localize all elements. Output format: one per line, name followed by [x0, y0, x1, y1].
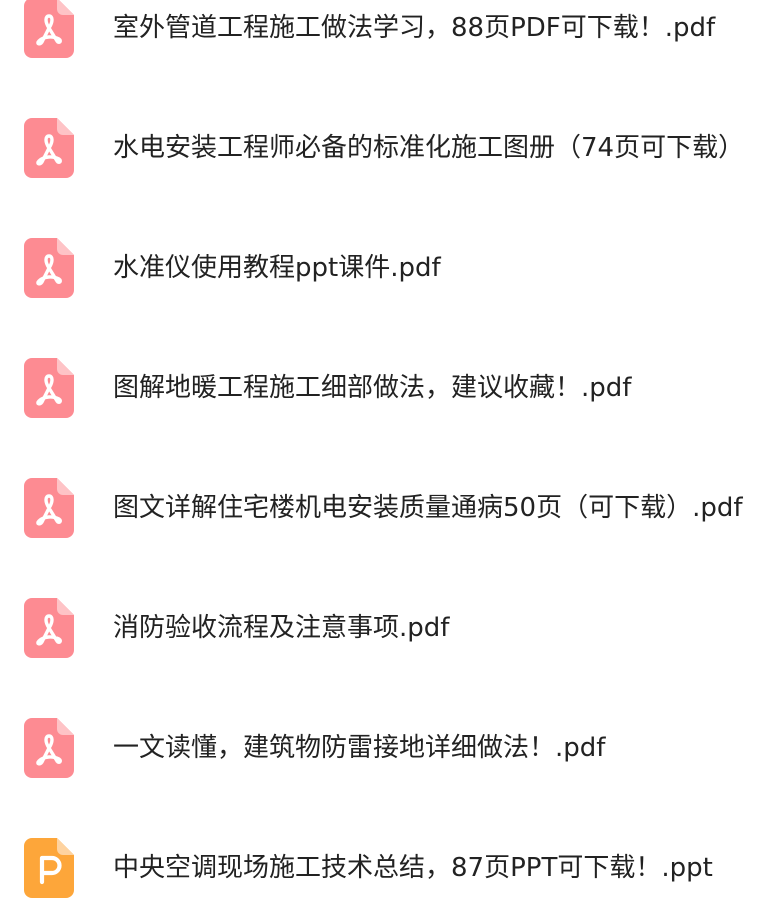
pdf-icon: [24, 718, 74, 778]
file-item-4[interactable]: 图解地暖工程施工细部做法，建议收藏！.pdf: [0, 356, 770, 420]
file-name[interactable]: 中央空调现场施工技术总结，87页PPT可下载！.ppt: [113, 850, 713, 886]
pdf-icon: [24, 0, 74, 58]
file-item-8[interactable]: 中央空调现场施工技术总结，87页PPT可下载！.ppt: [0, 836, 770, 900]
pdf-icon: [24, 478, 74, 538]
file-name[interactable]: 室外管道工程施工做法学习，88页PDF可下载！.pdf: [113, 10, 715, 46]
pdf-icon: [24, 118, 74, 178]
file-name[interactable]: 水准仪使用教程ppt课件.pdf: [113, 250, 441, 286]
pdf-icon: [24, 238, 74, 298]
file-item-1[interactable]: 室外管道工程施工做法学习，88页PDF可下载！.pdf: [0, 0, 770, 60]
file-name[interactable]: 图解地暖工程施工细部做法，建议收藏！.pdf: [113, 370, 631, 406]
file-item-6[interactable]: 消防验收流程及注意事项.pdf: [0, 596, 770, 660]
file-item-5[interactable]: 图文详解住宅楼机电安装质量通病50页（可下载）.pdf: [0, 476, 770, 540]
file-name[interactable]: 图文详解住宅楼机电安装质量通病50页（可下载）.pdf: [113, 490, 743, 526]
file-list: 室外管道工程施工做法学习，88页PDF可下载！.pdf 水电安装工程师必备的标准…: [0, 0, 770, 912]
ppt-icon: [24, 838, 74, 898]
file-item-7[interactable]: 一文读懂，建筑物防雷接地详细做法！.pdf: [0, 716, 770, 780]
pdf-icon: [24, 598, 74, 658]
file-item-3[interactable]: 水准仪使用教程ppt课件.pdf: [0, 236, 770, 300]
file-name[interactable]: 水电安装工程师必备的标准化施工图册（74页可下载）: [113, 130, 744, 166]
file-name[interactable]: 消防验收流程及注意事项.pdf: [113, 610, 449, 646]
file-item-2[interactable]: 水电安装工程师必备的标准化施工图册（74页可下载）: [0, 116, 770, 180]
pdf-icon: [24, 358, 74, 418]
file-name[interactable]: 一文读懂，建筑物防雷接地详细做法！.pdf: [113, 730, 605, 766]
